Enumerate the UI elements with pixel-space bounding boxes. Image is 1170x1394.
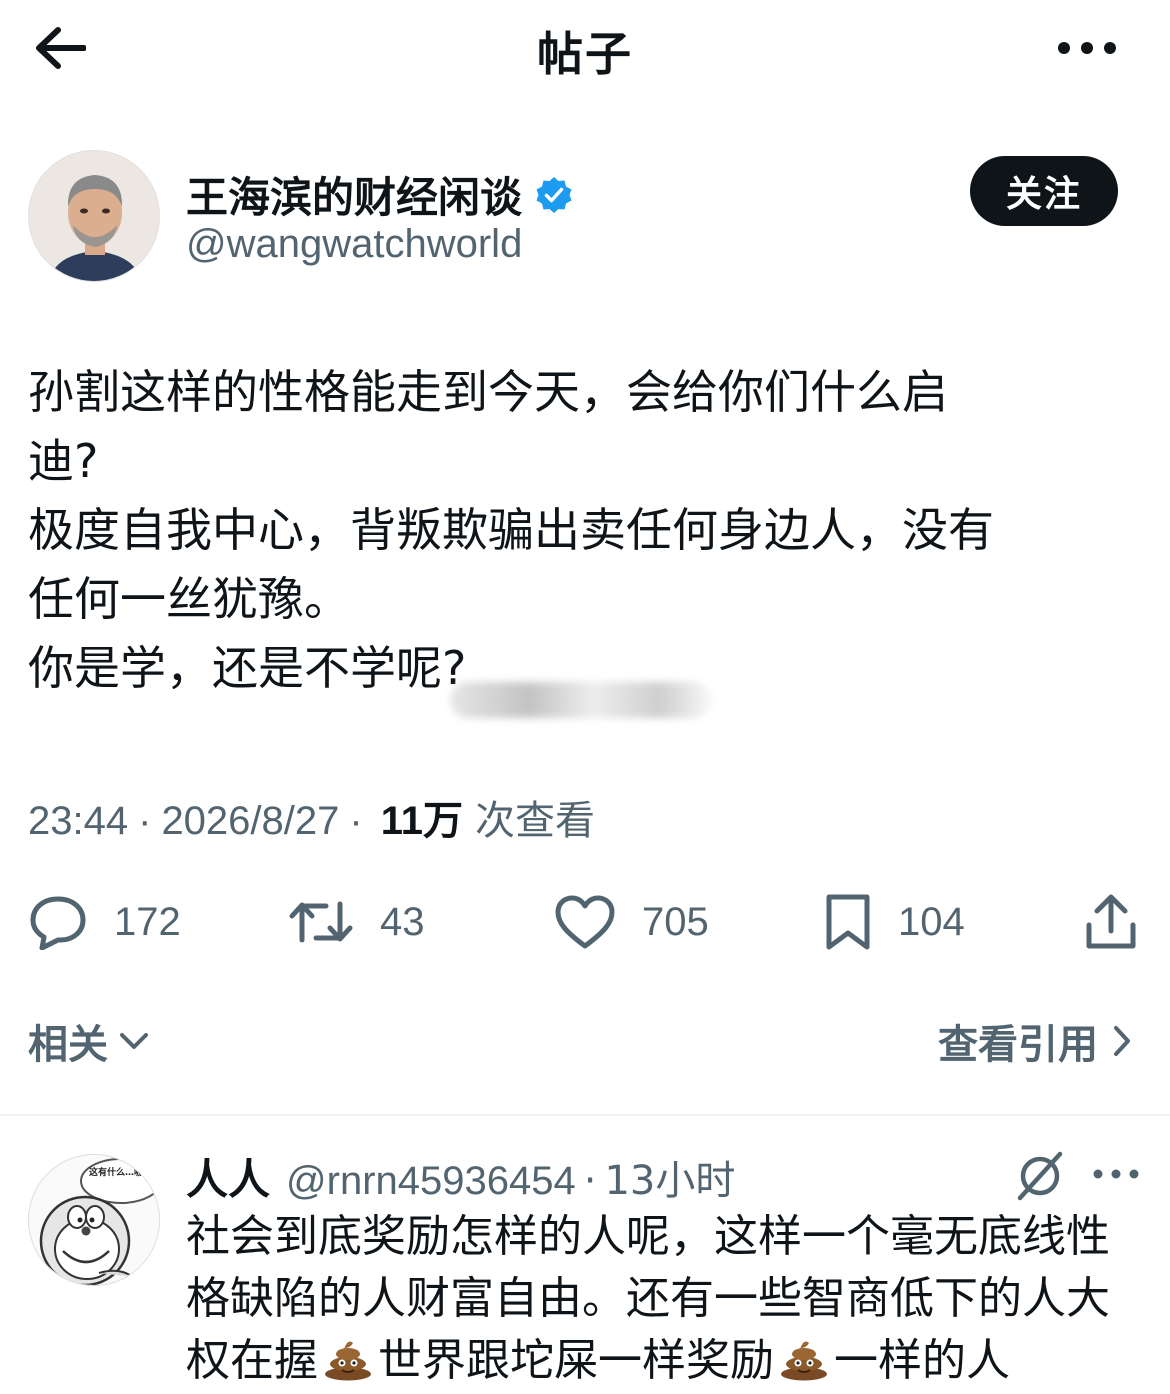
post-text: 孙割这样的性格能走到今天，会给你们什么启 迪? 极度自我中心，背叛欺骗出卖任何身… [28,358,1138,703]
reply-time: 13小时 [604,1158,736,1204]
meta-separator: · [349,799,363,843]
grok-icon[interactable] [1012,1148,1068,1204]
reply-text-segment: 一样的人 [834,1335,1010,1386]
reply-text: 社会到底奖励怎样的人呢，这样一个毫无底线性 格缺陷的人财富自由。还有一些智商低下… [186,1206,1146,1392]
reply-text-segment: 世界跟坨屎一样奖励 [378,1335,774,1386]
bookmark-count: 104 [898,899,965,944]
reply-count: 172 [114,899,181,944]
bookmark-icon [826,894,870,950]
meta-separator: · [138,799,152,843]
post-author: 王海滨的财经闲谈 @wangwatchworld 关注 [28,150,1142,286]
share-button[interactable] [1084,882,1138,962]
post-date: 2026/8/27 [161,799,340,843]
repost-button[interactable]: 43 [288,882,425,962]
author-photo [29,151,159,281]
follow-button[interactable]: 关注 [970,156,1118,226]
post-text-line: 迪? [28,434,99,488]
reply-author-handle[interactable]: @rnrn45936454 [286,1159,576,1204]
post-text-line: 极度自我中心，背叛欺骗出卖任何身边人，没有 [28,503,994,557]
repost-icon [289,901,353,943]
doraemon-avatar: 这有什么…哪次不是这 [29,1155,160,1285]
reply-text-line: 格缺陷的人财富自由。还有一些智商低下的人大 [186,1273,1110,1324]
page-title: 帖子 [537,27,633,81]
reply-header: 人人 @rnrn45936454 · 13小时 [186,1146,735,1207]
reply-more-icon[interactable] [1090,1164,1142,1184]
author-handle[interactable]: @wangwatchworld [186,222,522,267]
post-text-line: 任何一丝犹豫。 [28,572,350,626]
reply-avatar[interactable]: 这有什么…哪次不是这 [28,1154,160,1286]
repost-count: 43 [380,899,425,944]
like-icon [555,895,615,949]
chevron-right-icon [1114,1026,1130,1056]
view-quotes-link[interactable]: 查看引用 [938,1012,1132,1070]
blurred-watermark [450,682,712,718]
author-name[interactable]: 王海滨的财经闲谈 [186,164,522,225]
share-icon [1086,894,1136,949]
post-time: 23:44 [28,799,129,843]
view-quotes-label: 查看引用 [938,1022,1098,1068]
chevron-down-icon [120,1033,148,1049]
top-bar: 帖子 [0,0,1170,100]
reply-item[interactable]: 这有什么…哪次不是这 人人 @rnrn45936454 · 13小时 社会到底奖… [0,1116,1170,1394]
reply-separator: · [583,1158,597,1204]
verified-badge-icon [536,176,572,213]
more-icon [1058,42,1116,54]
reply-icon [30,896,86,950]
related-row: 相关 查看引用 [28,1012,1132,1076]
related-label: 相关 [28,1022,108,1068]
poop-emoji-icon [325,1341,371,1381]
more-options-button[interactable] [1052,30,1122,66]
reply-text-segment: 权在握 [186,1335,318,1386]
post-text-line: 孙割这样的性格能走到今天，会给你们什么启 [28,365,948,419]
author-name-row: 王海滨的财经闲谈 [186,164,574,225]
action-bar: 172 43 705 104 [28,882,1142,962]
poop-emoji-icon [781,1341,827,1381]
like-button[interactable]: 705 [554,882,709,962]
reply-author-name[interactable]: 人人 [186,1146,270,1207]
bookmark-button[interactable]: 104 [824,882,965,962]
reply-text-line: 权在握 世界跟坨屎一样奖励 一样的人 [186,1330,1146,1392]
related-toggle[interactable]: 相关 [28,1012,150,1070]
views-count: 11万 [380,799,464,843]
avatar-caption: 这有什么…哪次不是这 [89,1166,160,1178]
reply-button[interactable]: 172 [28,882,181,962]
reply-text-line: 社会到底奖励怎样的人呢，这样一个毫无底线性 [186,1211,1110,1262]
post-meta: 23:44 · 2026/8/27 · 11万 次查看 [28,788,595,846]
views-label: 次查看 [475,798,596,844]
like-count: 705 [642,899,709,944]
author-avatar[interactable] [28,150,160,282]
